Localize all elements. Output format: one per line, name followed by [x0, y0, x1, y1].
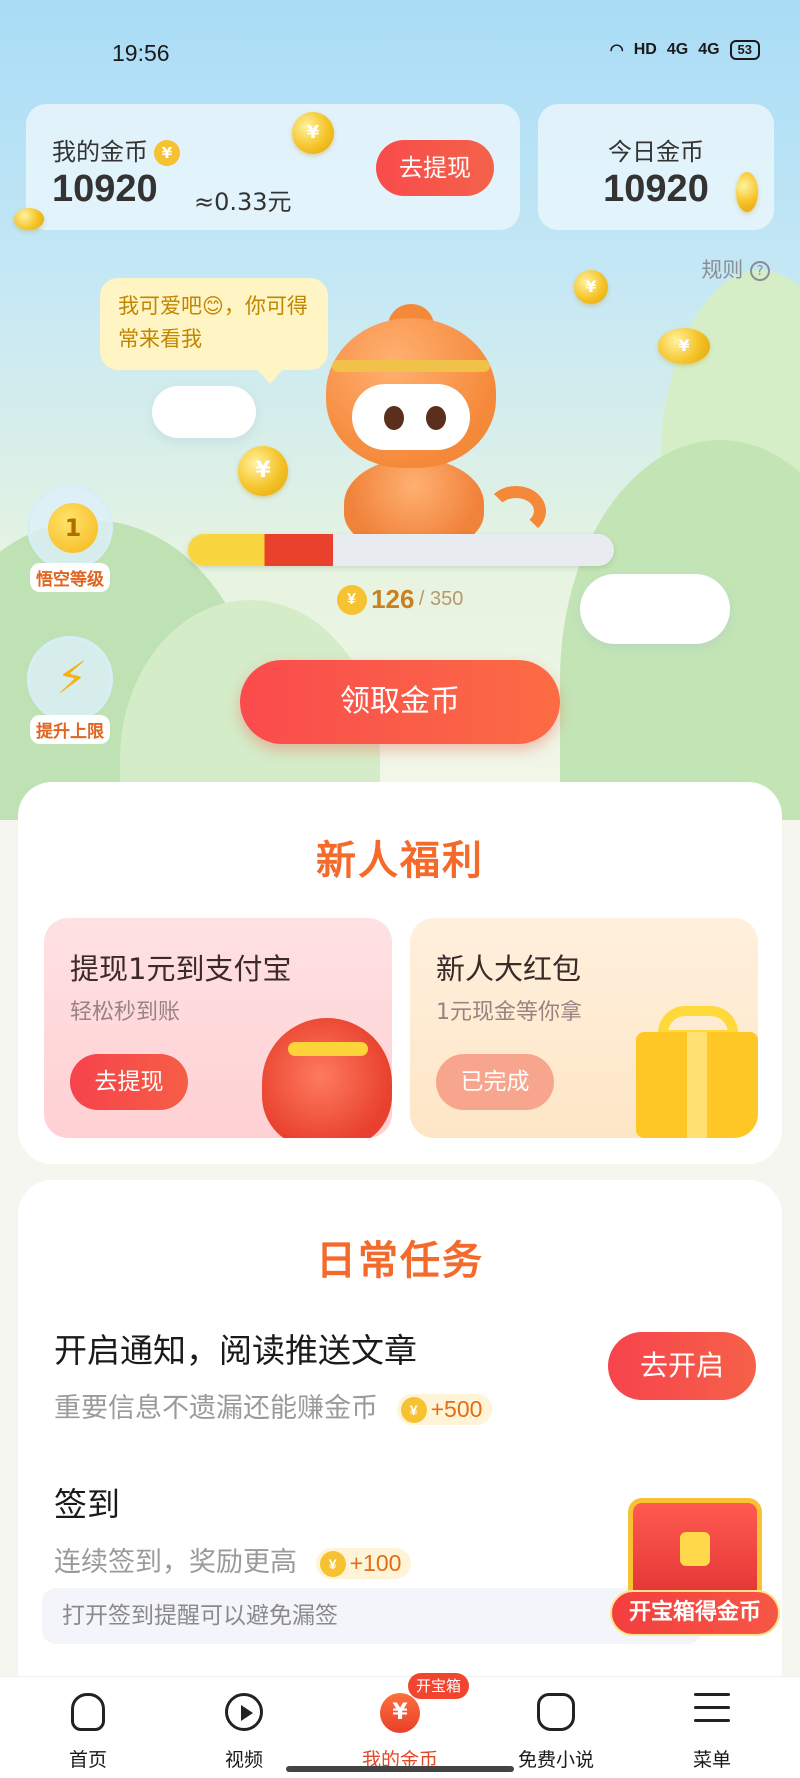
status-time: 19:56: [112, 40, 170, 66]
tab-my-coins[interactable]: ¥ 开宝箱 我的金币: [320, 1673, 480, 1778]
my-coins-label: 我的金币: [52, 138, 148, 166]
new-user-red-packet-card[interactable]: 新人大红包 1元现金等你拿 已完成: [410, 918, 758, 1138]
my-coins-value: 10920: [52, 168, 158, 210]
signal-icon: 4G: [698, 41, 720, 58]
coin-icon: ¥: [336, 584, 367, 615]
wukong-level-button[interactable]: 1 悟空等级: [24, 484, 116, 592]
newbie-benefits-panel: 新人福利 提现1元到支付宝 轻松秒到账 去提现 新人大红包 1元现金等你拿 已完…: [18, 782, 782, 1164]
coin-icon: ¥: [400, 1397, 427, 1424]
coin-icon: ¥: [319, 1551, 346, 1578]
tab-home[interactable]: 首页: [8, 1677, 168, 1778]
level-medal-icon: 1: [48, 503, 98, 553]
gift-box-icon: [636, 1032, 758, 1138]
tab-free-novels[interactable]: 免费小说: [476, 1677, 636, 1778]
coin-icon: ¥: [380, 1693, 420, 1733]
my-coins-card: 我的金币 ¥ 10920 ≈0.33元 去提现: [26, 104, 520, 230]
floating-coin-icon: ¥: [292, 112, 334, 154]
home-icon: [71, 1693, 105, 1731]
level-medal-disc: 1: [27, 484, 113, 570]
progress-current: 126: [371, 584, 415, 614]
rules-link[interactable]: 规则 ?: [701, 254, 770, 284]
chest-label: 开宝箱得金币: [610, 1590, 780, 1636]
video-play-icon: [225, 1693, 263, 1731]
bottom-tab-bar: 首页 视频 ¥ 开宝箱 我的金币 免费小说 菜单: [0, 1673, 800, 1778]
signal-icon: 4G: [666, 41, 689, 58]
my-coins-label-row: 我的金币 ¥: [52, 132, 180, 167]
golden-staff-progress-bar: [188, 534, 614, 566]
boost-limit-button[interactable]: ⚡ 提升上限: [24, 636, 116, 744]
completed-button[interactable]: 已完成: [436, 1054, 554, 1110]
floating-coin-icon: [14, 208, 44, 230]
tab-menu[interactable]: 菜单: [632, 1677, 792, 1778]
newbie-title: 新人福利: [316, 838, 484, 884]
reward-badge: ¥ +100: [315, 1547, 412, 1580]
boost-disc: ⚡: [27, 636, 113, 722]
claim-coins-button[interactable]: 领取金币: [240, 660, 560, 744]
help-icon: ?: [750, 261, 770, 281]
coin-progress: ¥ 126 / 350: [0, 584, 800, 615]
card-title: 新人大红包: [436, 952, 582, 986]
monkey-tail: [486, 486, 546, 536]
monkey-mascot[interactable]: [296, 304, 546, 550]
floating-coin-icon: ¥: [658, 328, 710, 364]
money-bag-icon: [262, 1018, 392, 1138]
tab-video[interactable]: 视频: [164, 1677, 324, 1778]
monkey-headband: [332, 360, 490, 372]
task-title: 签到: [54, 1485, 120, 1524]
speech-bubble: 我可爱吧😊，你可得常来看我: [100, 278, 328, 384]
monkey-eye: [384, 406, 404, 430]
wukong-level-label: 悟空等级: [30, 563, 110, 592]
floating-coin-icon: ¥: [574, 270, 608, 304]
lightning-icon: ⚡: [56, 653, 88, 704]
reward-badge: ¥ +500: [396, 1393, 493, 1426]
money-bag-rope: [288, 1042, 368, 1056]
task-checkin: 签到 连续签到，奖励更高 ¥ +100: [54, 1478, 412, 1580]
coins-cash-equivalent: ≈0.33元: [194, 188, 292, 216]
task-subtitle: 连续签到，奖励更高: [54, 1547, 297, 1578]
task-subtitle-row: 重要信息不遗漏还能赚金币 ¥ +500: [54, 1386, 493, 1426]
task-notification: 开启通知，阅读推送文章 重要信息不遗漏还能赚金币 ¥ +500: [54, 1324, 493, 1426]
task-subtitle: 重要信息不遗漏还能赚金币: [54, 1393, 378, 1424]
enable-notification-button[interactable]: 去开启: [608, 1332, 756, 1400]
card-subtitle: 轻松秒到账: [70, 1000, 181, 1025]
chest-tag-badge: 开宝箱: [408, 1673, 470, 1699]
boost-limit-label: 提升上限: [30, 715, 110, 744]
coin-icon: ¥: [154, 140, 180, 166]
floating-coin-icon: [736, 172, 758, 212]
today-coins-label: 今日金币: [608, 138, 704, 166]
book-icon: [537, 1693, 575, 1731]
battery-icon: 53: [729, 40, 760, 60]
hd-icon: HD: [633, 41, 657, 58]
card-title: 提现1元到支付宝: [70, 952, 292, 986]
withdraw-alipay-card[interactable]: 提现1元到支付宝 轻松秒到账 去提现: [44, 918, 392, 1138]
cloud-decoration: [152, 386, 256, 438]
monkey-face: [352, 384, 470, 450]
treasure-chest-button[interactable]: 开宝箱得金币: [610, 1480, 780, 1640]
task-title: 开启通知，阅读推送文章: [54, 1331, 417, 1370]
checkin-reminder-hint[interactable]: 打开签到提醒可以避免漏签: [42, 1588, 702, 1644]
floating-coin-icon: ¥: [238, 446, 288, 496]
home-indicator[interactable]: [286, 1766, 514, 1772]
daily-title: 日常任务: [316, 1238, 484, 1284]
reward-amount: +100: [349, 1549, 402, 1576]
wifi-icon: ◠: [609, 42, 624, 59]
progress-total: / 350: [418, 588, 464, 610]
card-subtitle: 1元现金等你拿: [436, 1000, 582, 1025]
menu-icon: [694, 1693, 730, 1722]
monkey-eye: [426, 406, 446, 430]
withdraw-card-button[interactable]: 去提现: [70, 1054, 188, 1110]
task-subtitle-row: 连续签到，奖励更高 ¥ +100: [54, 1540, 412, 1580]
tab-label: 菜单: [692, 1749, 731, 1771]
rules-label: 规则: [701, 258, 744, 282]
tab-label: 首页: [68, 1749, 107, 1771]
withdraw-button[interactable]: 去提现: [376, 140, 494, 196]
status-bar: 19:56 ◠ HD 4G 4G 53: [0, 0, 800, 100]
reward-amount: +500: [430, 1395, 483, 1422]
chest-lock-icon: [680, 1532, 710, 1566]
today-coins-card: 今日金币 10920: [538, 104, 774, 230]
status-icons: ◠ HD 4G 4G 53: [610, 40, 760, 60]
